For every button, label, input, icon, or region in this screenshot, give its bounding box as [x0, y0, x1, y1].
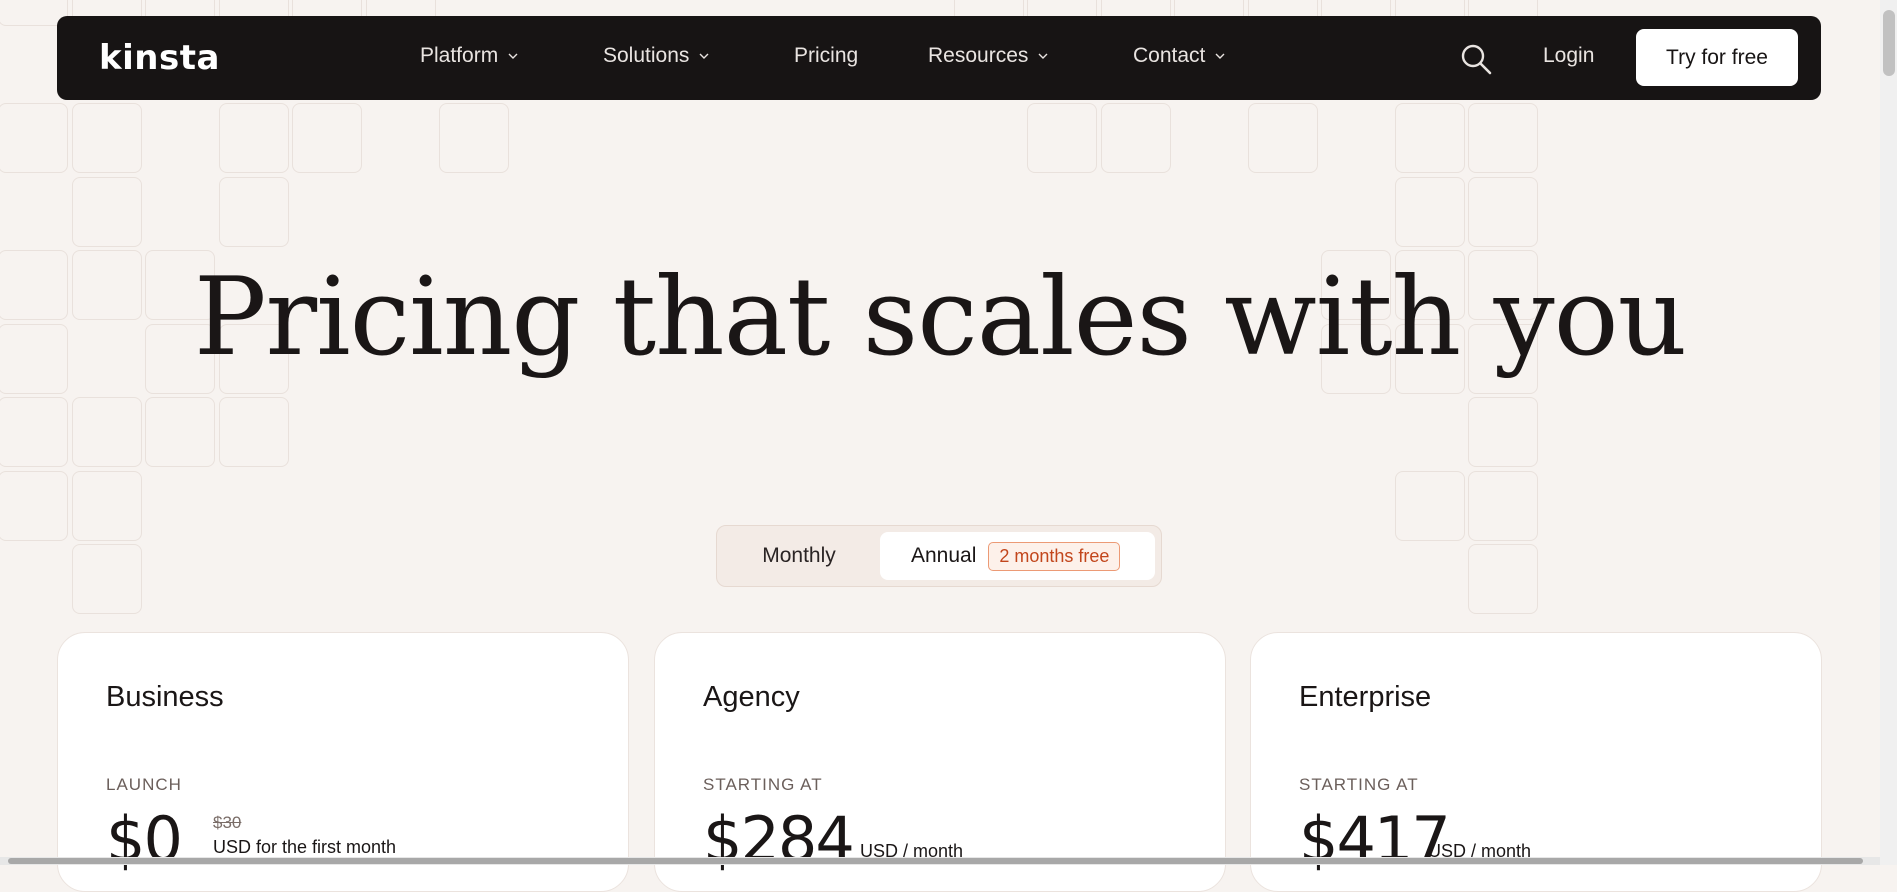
billing-toggle: Monthly Annual 2 months free [716, 525, 1162, 587]
plan-name: Enterprise [1299, 681, 1432, 713]
discount-badge: 2 months free [988, 541, 1121, 571]
scrollbar-thumb[interactable] [8, 858, 1863, 864]
plan-card-business: Business LAUNCH $0 $30 USD for the first… [57, 632, 629, 892]
nav-item-platform[interactable]: Platform [420, 44, 518, 68]
background-tile [1100, 103, 1171, 173]
nav-item-solutions[interactable]: Solutions [603, 44, 709, 68]
plan-price-kicker: STARTING AT [703, 775, 823, 794]
plan-price: $0 [106, 803, 183, 876]
nav-item-resources[interactable]: Resources [928, 44, 1048, 68]
scrollbar-thumb[interactable] [1883, 10, 1895, 76]
chevron-down-icon [699, 53, 709, 59]
background-tile [1468, 103, 1538, 173]
search-icon[interactable] [1459, 42, 1493, 76]
background-tile [1468, 470, 1538, 541]
background-tile [1468, 176, 1538, 247]
nav-item-label: Platform [420, 44, 499, 67]
background-tile [71, 176, 142, 247]
plan-card-enterprise: Enterprise STARTING AT $417 USD / month [1250, 632, 1822, 892]
plan-original-price: $30 [213, 813, 242, 832]
background-tile [145, 397, 215, 467]
background-tile [71, 470, 142, 541]
plan-card-agency: Agency STARTING AT $284 USD / month [654, 632, 1226, 892]
background-tile [218, 103, 289, 173]
background-tile [0, 470, 68, 541]
background-tile [71, 103, 142, 173]
plan-price-kicker: LAUNCH [106, 775, 182, 794]
background-tile [1468, 544, 1538, 614]
plan-price-unit: USD for the first month [213, 837, 397, 857]
plan-price-kicker: STARTING AT [1299, 775, 1419, 794]
vertical-scrollbar[interactable] [1880, 0, 1897, 865]
plan-price: $417 [1299, 803, 1451, 876]
chevron-down-icon [1038, 53, 1048, 59]
billing-option-label: Monthly [762, 544, 836, 567]
login-link[interactable]: Login [1543, 44, 1594, 68]
background-tile [439, 103, 509, 173]
background-tile [0, 397, 68, 467]
nav-item-contact[interactable]: Contact [1133, 44, 1225, 68]
background-tile [1027, 103, 1097, 173]
horizontal-scrollbar[interactable] [0, 857, 1880, 865]
top-navbar: kinsta Platform Solutions Pricing Resour… [57, 16, 1821, 100]
plan-name: Agency [703, 681, 800, 713]
billing-option-monthly[interactable]: Monthly [717, 526, 881, 586]
billing-option-label: Annual [911, 544, 977, 567]
billing-option-annual[interactable]: Annual 2 months free [880, 532, 1155, 580]
kinsta-logo[interactable]: kinsta [99, 38, 220, 78]
nav-item-pricing[interactable]: Pricing [794, 44, 858, 68]
chevron-down-icon [508, 53, 518, 59]
plan-name: Business [106, 681, 224, 713]
background-tile [292, 103, 362, 173]
nav-item-label: Resources [928, 44, 1029, 67]
background-tile [71, 544, 142, 614]
nav-item-label: Contact [1133, 44, 1206, 67]
background-tile [1394, 176, 1465, 247]
background-tile [1394, 103, 1465, 173]
page-title: Pricing that scales with you [193, 255, 1687, 380]
background-tile [1247, 103, 1318, 173]
try-for-free-button[interactable]: Try for free [1636, 29, 1798, 86]
background-tile [1468, 397, 1538, 467]
nav-item-label: Solutions [603, 44, 690, 67]
background-tile [71, 397, 142, 467]
nav-item-label: Pricing [794, 44, 859, 67]
background-tile [218, 176, 289, 247]
plan-price: $284 [703, 803, 855, 876]
background-tile [1394, 470, 1465, 541]
background-tile [0, 103, 68, 173]
chevron-down-icon [1215, 53, 1225, 59]
background-tile [218, 397, 289, 467]
